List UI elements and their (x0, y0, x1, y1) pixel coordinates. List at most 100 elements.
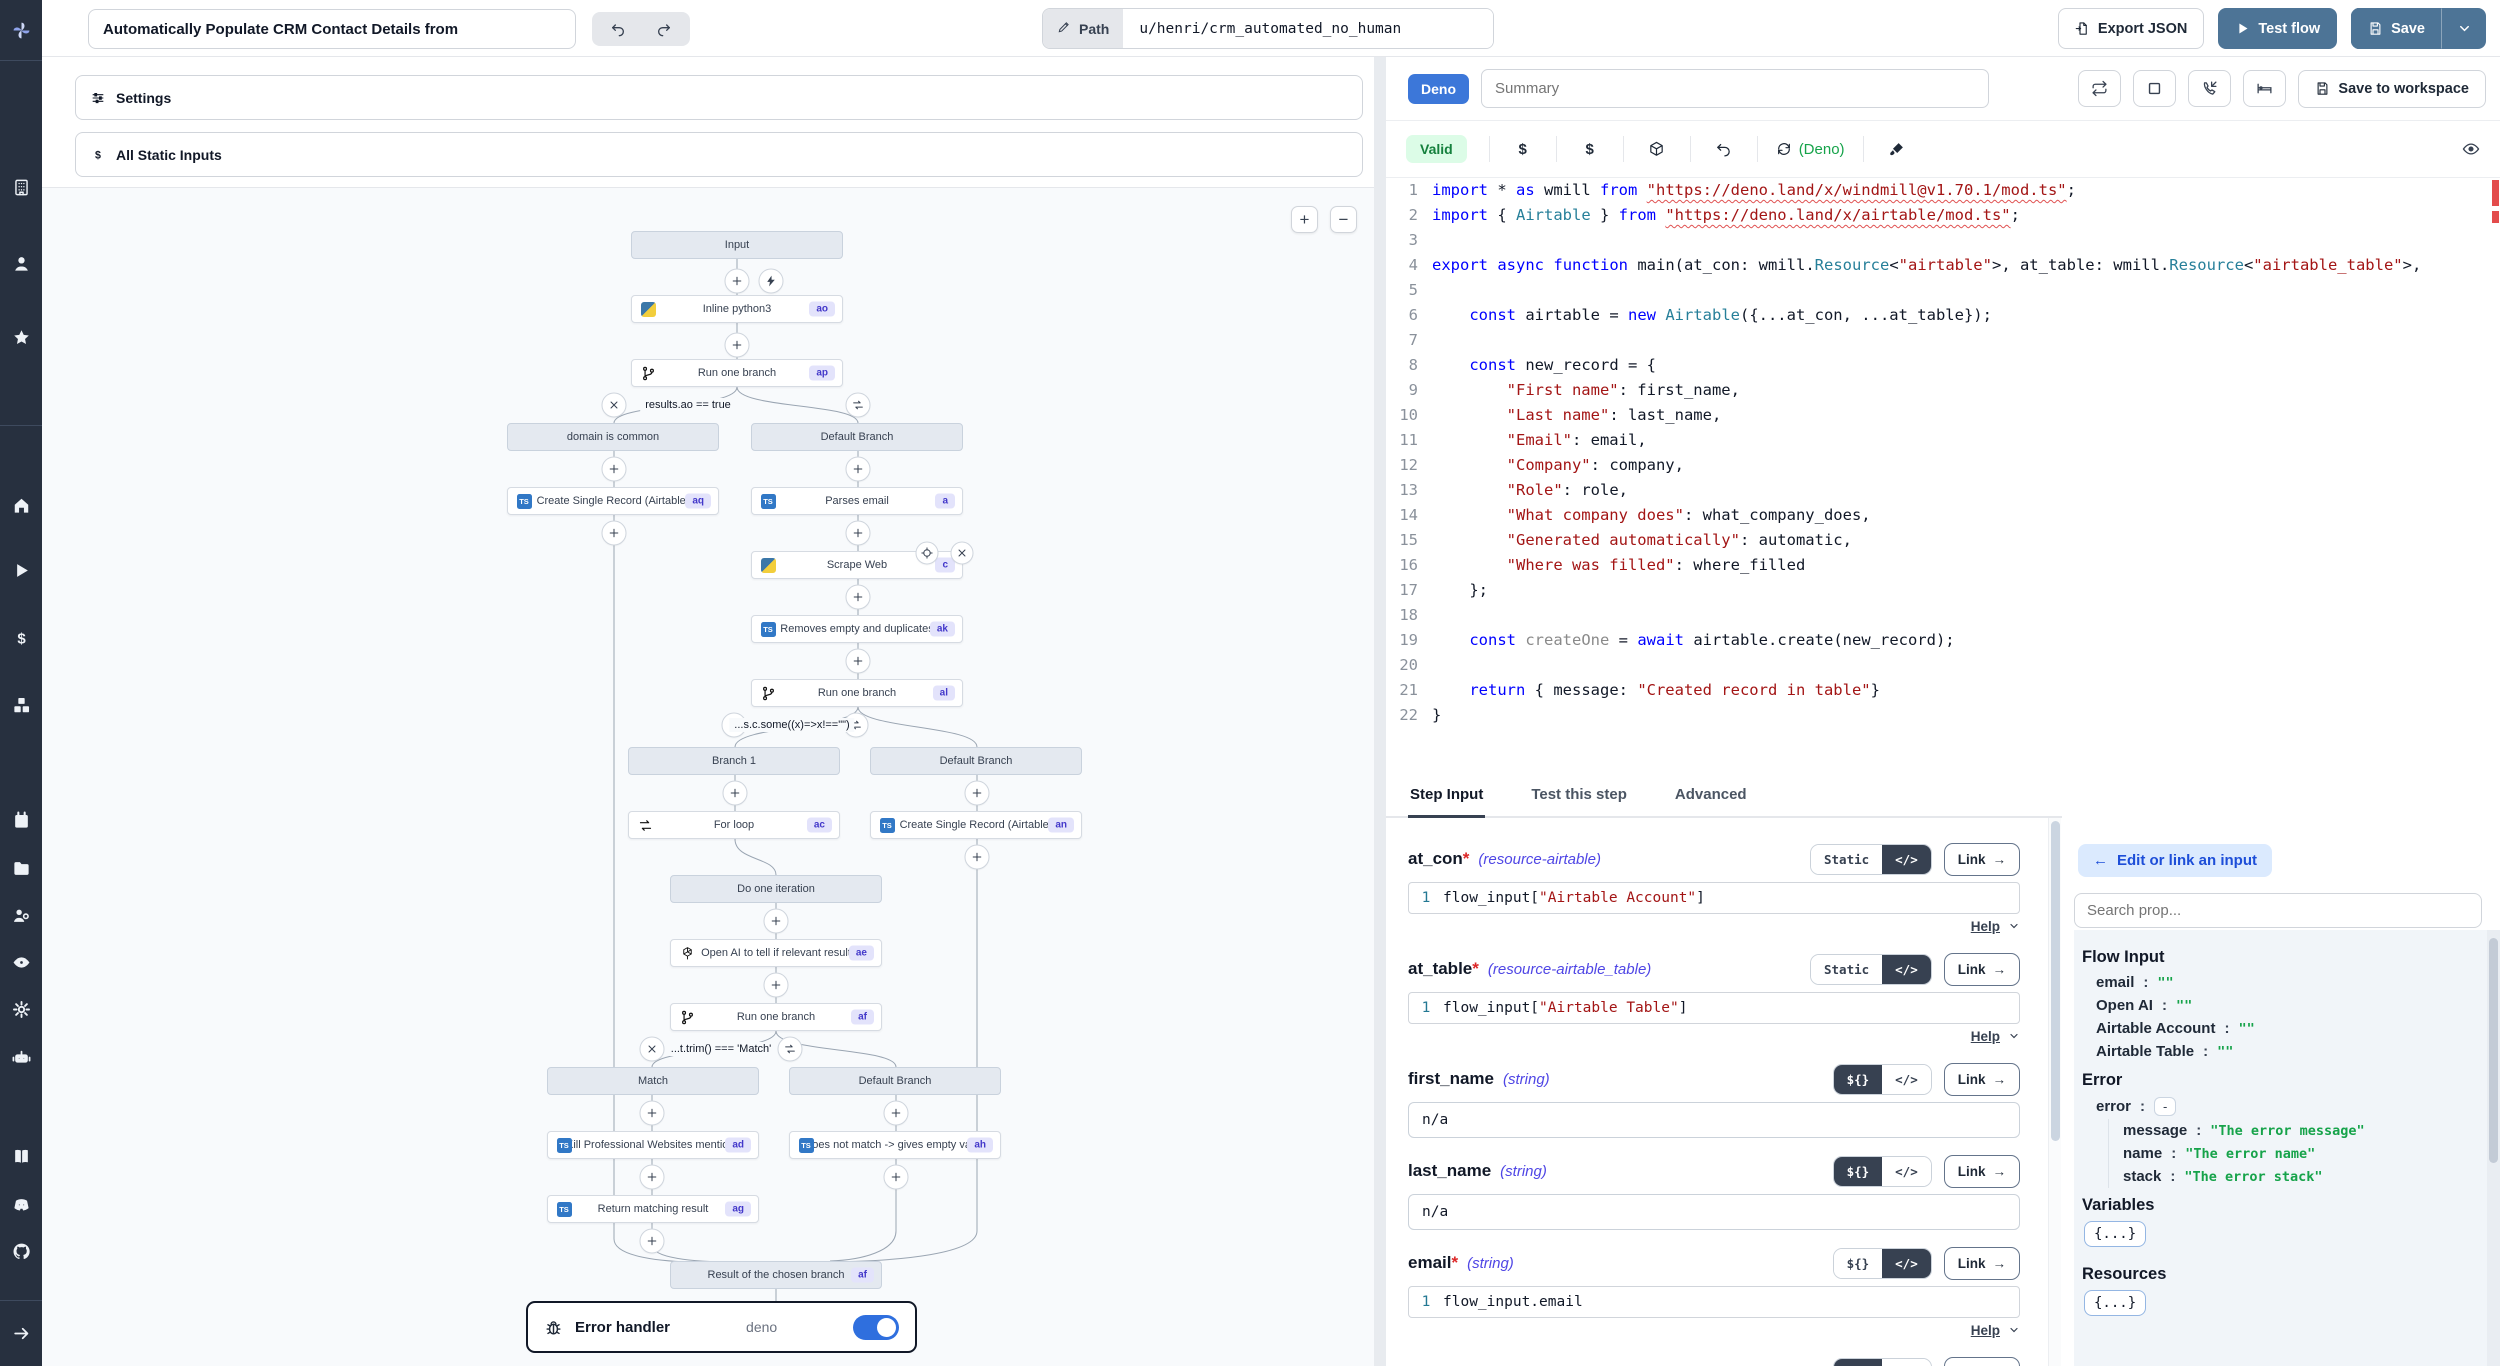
flow-node-does-not-match-gives-empty-value-ah[interactable]: TSDoes not match -> gives empty valueah (789, 1131, 1001, 1159)
assistant-reload[interactable]: (Deno) (1758, 141, 1863, 158)
flow-node-return-matching-result-ag[interactable]: TSReturn matching resultag (547, 1195, 759, 1223)
prop-item-email[interactable]: email:"" (2082, 971, 2487, 994)
flow-node-open-ai-to-tell-if-relevant-result-ae[interactable]: Open AI to tell if relevant resultae (670, 939, 882, 967)
branch-compare-icon[interactable] (846, 393, 871, 418)
insert-step-button[interactable] (725, 269, 750, 294)
flow-node-run-one-branch-al[interactable]: Run one branchal (751, 679, 963, 707)
insert-step-button[interactable] (602, 521, 627, 546)
prop-item-name[interactable]: name:"The error name" (2108, 1142, 2487, 1165)
insert-step-button[interactable] (884, 1165, 909, 1190)
toggle-template[interactable]: ${} (1834, 1249, 1883, 1278)
gear-icon[interactable] (0, 992, 42, 1026)
prop-object-chip-resources[interactable]: {...} (2084, 1290, 2146, 1316)
github-icon[interactable] (0, 1234, 42, 1268)
static-inputs-bar[interactable]: $ All Static Inputs (75, 132, 1363, 177)
dollar-icon[interactable]: $ (0, 621, 42, 655)
flow-node-branch-1-h3[interactable]: Branch 1 (628, 747, 840, 775)
export-json-button[interactable]: Export JSON (2058, 8, 2204, 49)
prop-item-airtable-table[interactable]: Airtable Table:"" (2082, 1040, 2487, 1063)
flow-node-input-input[interactable]: Input (631, 231, 843, 259)
stop-condition-icon[interactable] (602, 393, 627, 418)
sleep-icon-button[interactable] (2243, 70, 2286, 107)
flow-node-match-h6[interactable]: Match (547, 1067, 759, 1095)
flow-node-default-branch-h7[interactable]: Default Branch (789, 1067, 1001, 1095)
flow-node-default-branch-h2[interactable]: Default Branch (751, 423, 963, 451)
prop-item-airtable-account[interactable]: Airtable Account:"" (2082, 1017, 2487, 1040)
prop-object-chip-variables[interactable]: {...} (2084, 1221, 2146, 1247)
toggle-template[interactable]: ${} (1834, 1065, 1883, 1094)
flow-node-create-single-record-airtable-an[interactable]: TSCreate Single Record (Airtable)an (870, 811, 1082, 839)
building-icon[interactable] (0, 170, 42, 204)
help-link[interactable]: Help (1971, 1323, 2000, 1338)
link-button[interactable]: Link→ (1944, 1063, 2020, 1096)
flow-node-do-one-iteration-h5[interactable]: Do one iteration (670, 875, 882, 903)
path-field[interactable]: Path u/henri/crm_automated_no_human (1042, 8, 1494, 49)
link-button[interactable]: Link→ (1944, 1357, 2020, 1366)
flow-node-kill-professional-websites-mentions-ad[interactable]: TSKill Professional Websites mentionsad (547, 1131, 759, 1159)
branch-compare-icon[interactable] (778, 1037, 803, 1062)
tab-step-input[interactable]: Step Input (1408, 774, 1485, 818)
insert-step-button[interactable] (640, 1101, 665, 1126)
star-icon[interactable] (0, 320, 42, 354)
redo-button[interactable] (642, 15, 686, 43)
flow-node-default-branch-h4[interactable]: Default Branch (870, 747, 1082, 775)
prop-item-message[interactable]: message:"The error message" (2108, 1119, 2487, 1142)
play-icon[interactable] (0, 553, 42, 587)
prop-item-error[interactable]: error:- (2082, 1094, 2487, 1119)
tab-advanced[interactable]: Advanced (1673, 774, 1749, 818)
users-gear-icon[interactable] (0, 898, 42, 932)
field-expression-editor[interactable]: 1flow_input["Airtable Table"] (1408, 992, 2020, 1024)
home-icon[interactable] (0, 488, 42, 522)
delete-node-button[interactable] (951, 542, 974, 565)
toggle-javascript[interactable]: </> (1882, 1065, 1931, 1094)
language-badge[interactable]: Deno (1408, 74, 1469, 104)
toggle-static[interactable]: Static (1811, 955, 1882, 984)
edit-or-link-button[interactable]: ← Edit or link an input (2078, 844, 2272, 877)
save-to-workspace-button[interactable]: Save to workspace (2298, 70, 2486, 108)
insert-step-button[interactable] (764, 909, 789, 934)
insert-step-button[interactable] (846, 649, 871, 674)
package-button[interactable] (1624, 141, 1690, 158)
resource-picker-button[interactable]: $ (1557, 141, 1623, 158)
flow-node-parses-email-a[interactable]: TSParses emaila (751, 487, 963, 515)
user-icon[interactable] (0, 246, 42, 280)
folder-icon[interactable] (0, 851, 42, 885)
path-value[interactable]: u/henri/crm_automated_no_human (1123, 9, 1493, 48)
variable-picker-button[interactable]: $ (1490, 141, 1556, 158)
windmill-logo-icon[interactable] (0, 13, 42, 47)
insert-step-button[interactable] (640, 1229, 665, 1254)
trigger-bolt-icon[interactable] (759, 269, 784, 294)
eye-icon[interactable] (0, 945, 42, 979)
summary-input[interactable] (1481, 69, 1989, 108)
insert-step-button[interactable] (846, 585, 871, 610)
flow-node-run-one-branch-af[interactable]: Run one branchaf (670, 1003, 882, 1031)
field-value-input[interactable]: n/a (1408, 1194, 2020, 1230)
help-link[interactable]: Help (1971, 1029, 2000, 1044)
suspend-icon-button[interactable] (2188, 70, 2231, 107)
tab-test-this-step[interactable]: Test this step (1529, 774, 1629, 818)
insert-step-button[interactable] (846, 521, 871, 546)
robot-icon[interactable] (0, 1040, 42, 1074)
stop-condition-icon[interactable] (640, 1037, 665, 1062)
fields-scrollbar[interactable] (2048, 818, 2061, 1366)
toggle-template[interactable]: ${} (1834, 1359, 1883, 1366)
zoom-out-button[interactable]: − (1330, 206, 1357, 233)
code-editor[interactable]: 1import * as wmill from "https://deno.la… (1386, 178, 2500, 765)
insert-step-button[interactable] (764, 973, 789, 998)
link-button[interactable]: Link→ (1944, 953, 2020, 986)
toggle-javascript[interactable]: </> (1882, 955, 1931, 984)
stop-icon-button[interactable] (2133, 70, 2176, 107)
toggle-javascript[interactable]: </> (1882, 1359, 1931, 1366)
flow-node-result-of-the-chosen-branch-res[interactable]: Result of the chosen branchaf (670, 1261, 882, 1289)
restart-icon-button[interactable] (2078, 70, 2121, 107)
insert-step-button[interactable] (884, 1101, 909, 1126)
toggle-template[interactable]: ${} (1834, 1157, 1883, 1186)
reset-button[interactable] (1691, 141, 1757, 158)
field-value-input[interactable]: n/a (1408, 1102, 2020, 1138)
insert-step-button[interactable] (723, 781, 748, 806)
flow-node-domain-is-common-h1[interactable]: domain is common (507, 423, 719, 451)
insert-step-button[interactable] (965, 845, 990, 870)
format-button[interactable] (1864, 141, 1930, 158)
discord-icon[interactable] (0, 1187, 42, 1221)
flow-settings-bar[interactable]: Settings (75, 75, 1363, 120)
